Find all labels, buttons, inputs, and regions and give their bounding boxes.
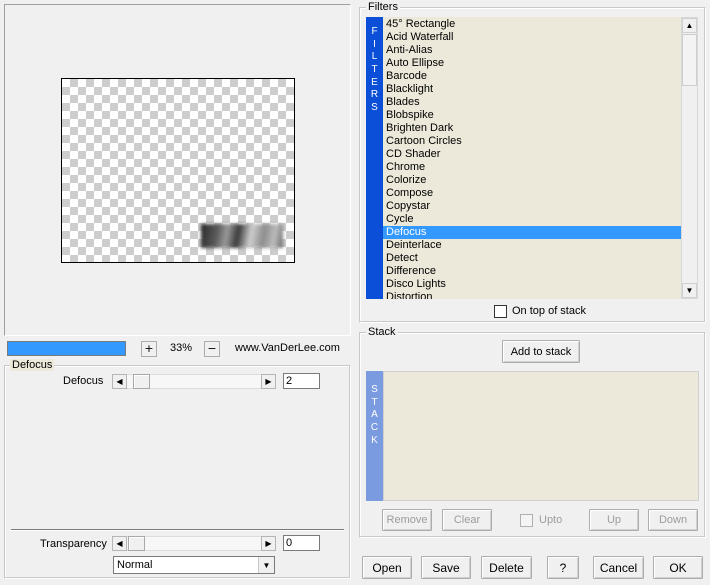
blend-mode-dropdown-button[interactable]: ▼: [258, 557, 274, 573]
add-to-stack-button[interactable]: Add to stack: [502, 340, 580, 363]
strip-letter: E: [371, 76, 378, 88]
defocus-value-input[interactable]: 2: [283, 373, 320, 389]
website-link[interactable]: www.VanDerLee.com: [235, 342, 340, 354]
preview-canvas[interactable]: [61, 78, 295, 263]
filter-item[interactable]: Brighten Dark: [383, 122, 681, 135]
strip-letter: I: [373, 38, 376, 50]
filter-item[interactable]: Disco Lights: [383, 278, 681, 291]
open-button[interactable]: Open: [362, 556, 412, 579]
blend-mode-value: Normal: [117, 559, 153, 571]
clear-button[interactable]: Clear: [442, 509, 492, 531]
filter-item[interactable]: Cycle: [383, 213, 681, 226]
filter-item[interactable]: Anti-Alias: [383, 44, 681, 57]
filters-scrollbar[interactable]: ▲ ▼: [681, 17, 698, 299]
defocus-slider-left-button[interactable]: ◀: [112, 374, 127, 389]
filter-item[interactable]: Barcode: [383, 70, 681, 83]
filter-item[interactable]: Cartoon Circles: [383, 135, 681, 148]
upto-label: Upto: [539, 514, 563, 526]
remove-button[interactable]: Remove: [382, 509, 432, 531]
strip-letter: T: [371, 396, 378, 408]
strip-letter: K: [371, 434, 378, 446]
stack-list[interactable]: [383, 371, 699, 501]
arrow-down-icon: ▼: [685, 286, 694, 295]
filters-strip: FILTERS: [366, 17, 383, 299]
arrow-left-icon: ◀: [116, 377, 123, 386]
up-button[interactable]: Up: [589, 509, 639, 531]
stack-strip: STACK: [366, 371, 383, 501]
filter-item[interactable]: Defocus: [383, 226, 681, 239]
filter-item[interactable]: Colorize: [383, 174, 681, 187]
filter-item[interactable]: Acid Waterfall: [383, 31, 681, 44]
preview-panel: [4, 4, 351, 336]
arrow-right-icon: ▶: [265, 539, 272, 548]
strip-letter: S: [371, 102, 378, 114]
filters-list[interactable]: 45° Rectangle Acid Waterfall Anti-Alias Aut…: [383, 17, 681, 299]
transparency-slider-thumb[interactable]: [128, 536, 145, 551]
transparency-slider-right-button[interactable]: ▶: [261, 536, 276, 551]
arrow-right-icon: ▶: [265, 377, 272, 386]
filter-item[interactable]: Blobspike: [383, 109, 681, 122]
cancel-button[interactable]: Cancel: [593, 556, 644, 579]
transparency-separator: [11, 529, 344, 531]
chevron-down-icon: ▼: [262, 560, 271, 570]
strip-letter: T: [371, 64, 378, 76]
filter-item[interactable]: Distortion: [383, 291, 681, 299]
zoom-in-button[interactable]: +: [141, 341, 157, 357]
filter-item[interactable]: Chrome: [383, 161, 681, 174]
filter-item[interactable]: Deinterlace: [383, 239, 681, 252]
upto-checkbox[interactable]: [520, 514, 533, 527]
defocus-group-title: Defocus: [10, 359, 55, 371]
defocus-slider-right-button[interactable]: ▶: [261, 374, 276, 389]
filter-item[interactable]: Copystar: [383, 200, 681, 213]
stack-strip-letters: STACK: [366, 371, 383, 447]
preview-image: [201, 224, 283, 248]
filter-item[interactable]: Difference: [383, 265, 681, 278]
progress-bar: [7, 341, 126, 356]
filter-item[interactable]: Blades: [383, 96, 681, 109]
defocus-param-label: Defocus: [63, 375, 104, 387]
delete-button[interactable]: Delete: [481, 556, 532, 579]
transparency-slider-left-button[interactable]: ◀: [112, 536, 127, 551]
transparency-label: Transparency: [40, 538, 107, 550]
transparency-slider-track[interactable]: [127, 536, 261, 551]
arrow-up-icon: ▲: [685, 21, 694, 30]
filter-item[interactable]: Blacklight: [383, 83, 681, 96]
progress-fill: [8, 342, 125, 355]
strip-letter: S: [371, 384, 378, 395]
save-button[interactable]: Save: [421, 556, 471, 579]
strip-letter: R: [370, 89, 379, 101]
transparency-value-input[interactable]: 0: [283, 535, 320, 551]
help-button[interactable]: ?: [547, 556, 579, 579]
stack-group-title: Stack: [366, 326, 398, 338]
filter-item[interactable]: 45° Rectangle: [383, 18, 681, 31]
filter-item[interactable]: Auto Ellipse: [383, 57, 681, 70]
strip-letter: F: [371, 26, 378, 37]
filters-strip-letters: FILTERS: [366, 17, 383, 115]
filter-item[interactable]: Detect: [383, 252, 681, 265]
blend-mode-select[interactable]: Normal ▼: [113, 556, 275, 574]
strip-letter: C: [370, 422, 379, 434]
defocus-slider-thumb[interactable]: [133, 374, 150, 389]
arrow-left-icon: ◀: [116, 539, 123, 548]
down-button[interactable]: Down: [648, 509, 698, 531]
strip-letter: L: [371, 51, 378, 63]
filters-group-title: Filters: [366, 1, 400, 13]
scroll-up-button[interactable]: ▲: [682, 18, 697, 33]
on-top-of-stack-label: On top of stack: [512, 305, 586, 317]
strip-letter: A: [371, 409, 378, 421]
ok-button[interactable]: OK: [653, 556, 703, 579]
zoom-out-button[interactable]: −: [204, 341, 220, 357]
filter-item[interactable]: CD Shader: [383, 148, 681, 161]
on-top-of-stack-checkbox[interactable]: [494, 305, 507, 318]
filter-item[interactable]: Compose: [383, 187, 681, 200]
zoom-value: 33%: [170, 342, 193, 354]
scrollbar-thumb[interactable]: [682, 34, 697, 86]
scroll-down-button[interactable]: ▼: [682, 283, 697, 298]
